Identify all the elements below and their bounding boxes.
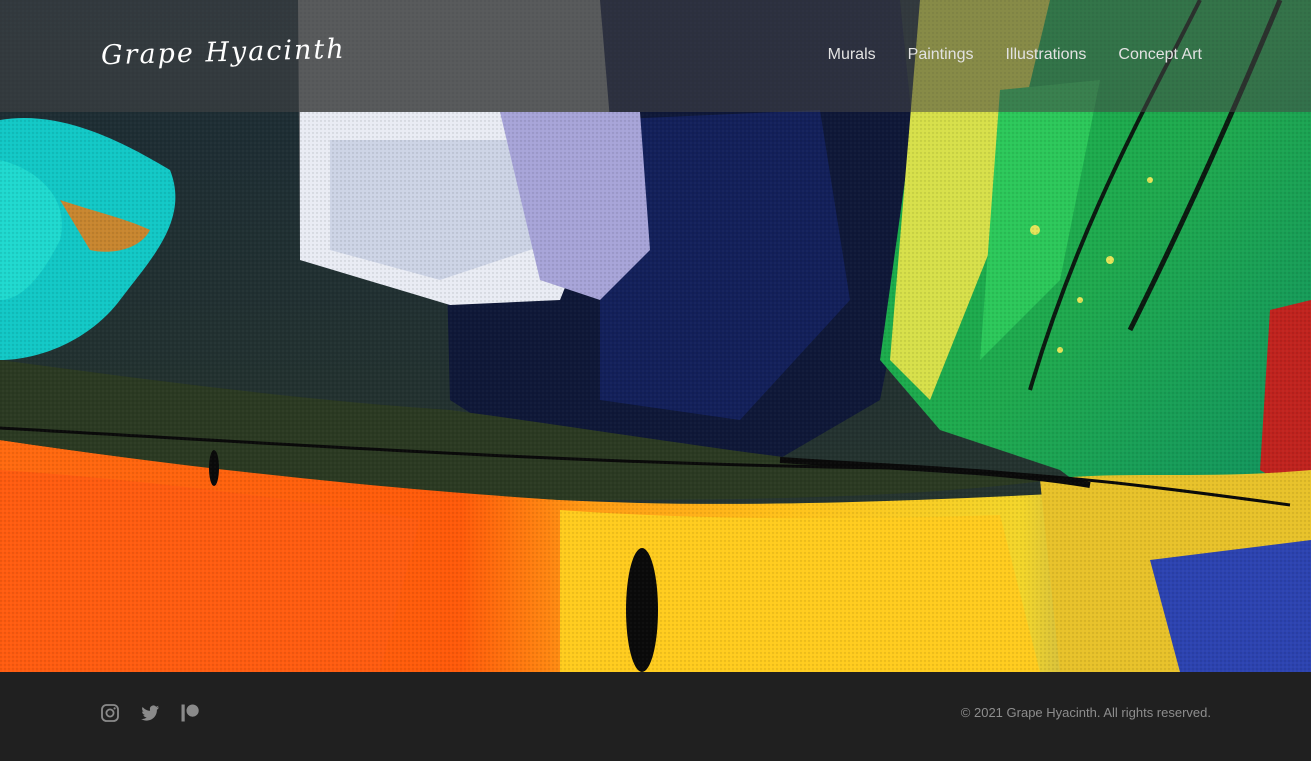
copyright-text: © 2021 Grape Hyacinth. All rights reserv… — [960, 705, 1211, 720]
nav-item-concept-art[interactable]: Concept Art — [1118, 43, 1202, 67]
main-nav: Murals Paintings Illustrations Concept A… — [828, 43, 1202, 67]
twitter-icon[interactable] — [140, 703, 160, 723]
instagram-icon[interactable] — [100, 703, 120, 723]
nav-item-illustrations[interactable]: Illustrations — [1005, 43, 1086, 67]
page: Grape Hyacinth Murals Paintings Illustra… — [0, 0, 1311, 761]
nav-item-murals[interactable]: Murals — [828, 43, 876, 67]
patreon-icon[interactable] — [180, 703, 200, 723]
social-links — [100, 703, 200, 723]
nav-item-paintings[interactable]: Paintings — [908, 43, 974, 67]
site-logo[interactable]: Grape Hyacinth — [101, 30, 347, 76]
site-header: Grape Hyacinth Murals Paintings Illustra… — [0, 0, 1311, 112]
